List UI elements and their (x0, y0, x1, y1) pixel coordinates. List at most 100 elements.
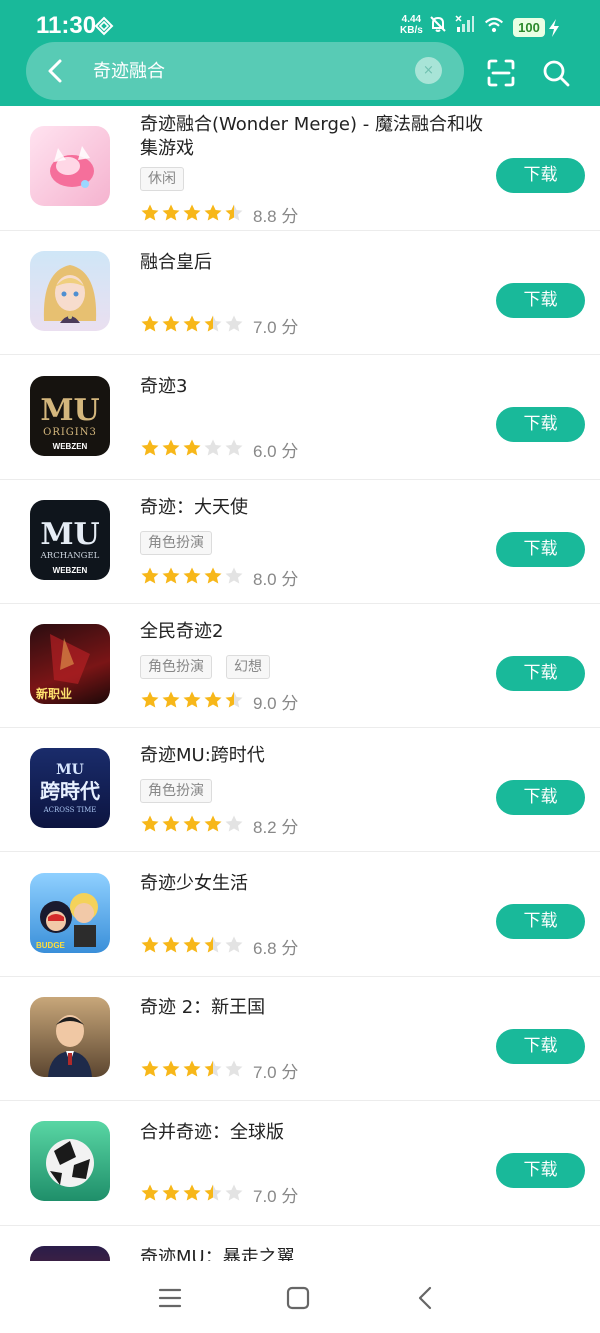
tag-list: 休闲 (140, 167, 184, 191)
app-title[interactable]: 奇迹MU:跨时代 (140, 744, 490, 768)
star-full-icon (183, 1060, 201, 1077)
download-button[interactable]: 下载 (496, 532, 585, 567)
icon-text: ARCHANGEL (40, 551, 100, 561)
list-item[interactable]: 新职业 全民奇迹2 角色扮演 幻想 9.0 分 下载 (0, 604, 600, 728)
home-icon[interactable] (283, 1283, 313, 1313)
star-full-icon (183, 204, 201, 221)
app-title[interactable]: 奇迹少女生活 (140, 872, 490, 896)
clear-search-button[interactable]: × (415, 57, 442, 84)
list-item[interactable]: MU ORIGIN3 WEBZEN 奇迹3 6.0 分 下载 (0, 355, 600, 480)
star-full-icon (162, 1184, 180, 1201)
app-icon-wonder-merge[interactable] (30, 126, 110, 206)
icon-text: BUDGE (36, 941, 66, 950)
rating-value: 9.0 (253, 694, 277, 713)
list-item[interactable]: 奇迹融合(Wonder Merge) - 魔法融合和收集游戏 休闲 8.8 分 … (0, 106, 600, 231)
star-half-icon (225, 691, 243, 708)
app-icon-merge-miracle[interactable] (30, 1121, 110, 1201)
scan-icon[interactable] (486, 58, 516, 88)
tag: 角色扮演 (140, 779, 212, 803)
rating-score: 8.0 分 (253, 565, 298, 590)
search-input[interactable]: 奇迹融合 (93, 57, 165, 83)
star-empty-icon (225, 315, 243, 332)
star-full-icon (204, 567, 222, 584)
rating-unit: 分 (281, 939, 299, 959)
app-icon-mu-origin3[interactable]: MU ORIGIN3 WEBZEN (30, 376, 110, 456)
star-full-icon (183, 1184, 201, 1201)
star-full-icon (183, 936, 201, 953)
app-icon-miracle2-new-kingdom[interactable] (30, 997, 110, 1077)
app-title[interactable]: 合并奇迹：全球版 (140, 1121, 490, 1145)
header-bar: 11:30 4.44 KB/s 100 奇迹融合 × (0, 0, 600, 106)
list-item[interactable]: 奇迹 2：新王国 7.0 分 下载 (0, 977, 600, 1101)
rating-score: 7.0 分 (253, 1058, 298, 1083)
download-button[interactable]: 下载 (496, 158, 585, 193)
back-icon[interactable] (411, 1283, 441, 1313)
star-full-icon (183, 691, 201, 708)
app-title[interactable]: 奇迹3 (140, 375, 490, 399)
star-empty-icon (225, 1184, 243, 1201)
list-item[interactable]: MU ARCHANGEL WEBZEN 奇迹：大天使 角色扮演 8.0 分 下载 (0, 480, 600, 604)
star-empty-icon (225, 815, 243, 832)
app-title[interactable]: 融合皇后 (140, 251, 490, 275)
star-full-icon (162, 567, 180, 584)
star-full-icon (141, 567, 159, 584)
search-box[interactable] (26, 42, 464, 100)
list-item[interactable]: 合并奇迹：全球版 7.0 分 下载 (0, 1101, 600, 1226)
download-button[interactable]: 下载 (496, 1029, 585, 1064)
app-title[interactable]: 全民奇迹2 (140, 620, 490, 644)
tag: 角色扮演 (140, 655, 212, 679)
icon-text: ORIGIN3 (43, 427, 97, 438)
star-empty-icon (204, 439, 222, 456)
star-full-icon (141, 315, 159, 332)
download-button[interactable]: 下载 (496, 656, 585, 691)
star-full-icon (162, 691, 180, 708)
icon-text: WEBZEN (53, 566, 88, 575)
icon-text: 跨時代 (40, 779, 100, 803)
rating-value: 8.0 (253, 570, 277, 589)
star-rating (140, 438, 244, 458)
app-icon-quanmin-qiji2[interactable]: 新职业 (30, 624, 110, 704)
star-full-icon (162, 204, 180, 221)
rating-value: 6.8 (253, 939, 277, 958)
star-rating (140, 1183, 244, 1203)
app-title[interactable]: 奇迹融合(Wonder Merge) - 魔法融合和收集游戏 (140, 113, 490, 161)
app-icon-mu-across-time[interactable]: MU 跨時代 ACROSS TIME (30, 748, 110, 828)
star-full-icon (141, 691, 159, 708)
download-button[interactable]: 下载 (496, 283, 585, 318)
vpn-icon (94, 16, 114, 36)
rating-score: 9.0 分 (253, 689, 298, 714)
menu-icon[interactable] (155, 1283, 185, 1313)
mute-bell-icon (430, 16, 446, 32)
list-item[interactable]: BUDGE 奇迹少女生活 6.8 分 下载 (0, 852, 600, 977)
download-button[interactable]: 下载 (496, 1153, 585, 1188)
rating-unit: 分 (281, 694, 299, 714)
rating-unit: 分 (281, 1187, 299, 1207)
icon-text: MU (56, 762, 84, 778)
app-icon-fusion-queen[interactable] (30, 251, 110, 331)
star-rating (140, 814, 244, 834)
download-button[interactable]: 下载 (496, 407, 585, 442)
list-item[interactable]: MU 跨時代 ACROSS TIME 奇迹MU:跨时代 角色扮演 8.2 分 下… (0, 728, 600, 852)
search-icon[interactable] (541, 58, 571, 88)
star-half-icon (225, 204, 243, 221)
list-item[interactable]: 融合皇后 7.0 分 下载 (0, 231, 600, 355)
tag: 幻想 (226, 655, 270, 679)
star-rating (140, 566, 244, 586)
star-half-icon (204, 1184, 222, 1201)
app-icon-miraculous-life[interactable]: BUDGE (30, 873, 110, 953)
app-title[interactable]: 奇迹：大天使 (140, 496, 490, 520)
download-button[interactable]: 下载 (496, 904, 585, 939)
download-button[interactable]: 下载 (496, 780, 585, 815)
rating-score: 6.8 分 (253, 934, 298, 959)
app-title[interactable]: 奇迹 2：新王国 (140, 996, 490, 1020)
list-item[interactable]: 奇迹MU：暴走之翼 (0, 1226, 600, 1266)
star-full-icon (162, 315, 180, 332)
rating-value: 8.2 (253, 818, 277, 837)
star-full-icon (162, 1060, 180, 1077)
back-arrow-icon[interactable] (40, 55, 72, 87)
rating-unit: 分 (281, 207, 299, 227)
rating-score: 7.0 分 (253, 313, 298, 338)
app-icon-mu-archangel[interactable]: MU ARCHANGEL WEBZEN (30, 500, 110, 580)
star-full-icon (183, 315, 201, 332)
rating-unit: 分 (281, 318, 299, 338)
